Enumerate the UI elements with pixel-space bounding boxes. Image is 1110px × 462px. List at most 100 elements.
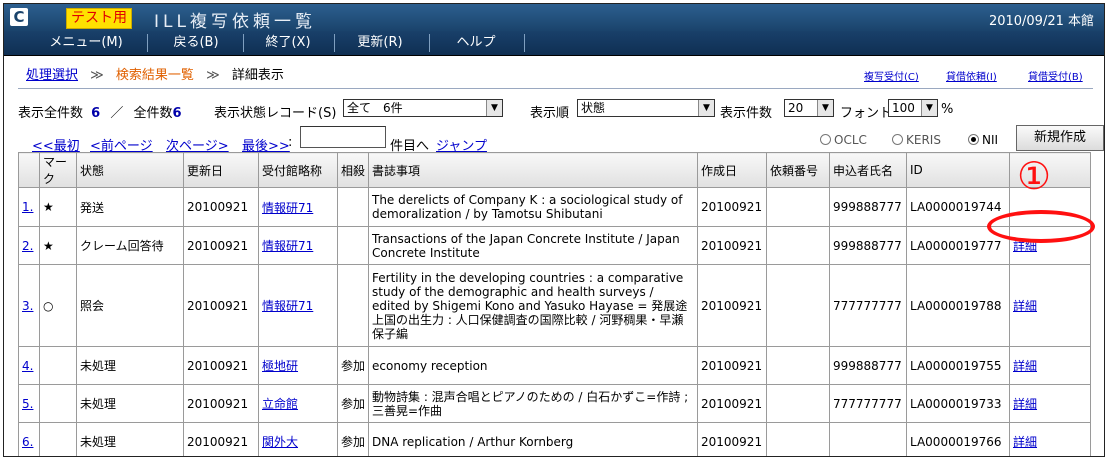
per-page-value: 20: [788, 101, 804, 115]
radio-nii-label: NII: [982, 133, 999, 147]
updated-cell: 20100921: [183, 264, 259, 347]
bibliography-cell: The derelicts of Company K : a sociologi…: [368, 187, 698, 227]
breadcrumb-process-select[interactable]: 処理選択: [26, 68, 78, 83]
col-header-id[interactable]: ID: [906, 152, 1010, 188]
col-header-no: [18, 152, 40, 188]
applicant-cell: 999888777: [829, 226, 907, 265]
offset-cell: 参加: [337, 346, 369, 385]
breadcrumb: 処理選択 ≫ 検索結果一覧 ≫ 詳細表示: [26, 64, 284, 83]
bibliography-cell: Fertility in the developing countries : …: [368, 264, 698, 347]
breadcrumb-search-results[interactable]: 検索結果一覧: [116, 68, 194, 83]
bibliography-cell: Transactions of the Japan Concrete Insti…: [368, 226, 698, 265]
col-header-updated[interactable]: 更新日: [183, 152, 259, 188]
font-unit: %: [941, 102, 954, 117]
app-logo-icon: C: [10, 8, 28, 26]
menu-item-refresh[interactable]: 更新(R): [340, 31, 420, 55]
request-table: マーク 状態 更新日 受付館略称 相殺 書誌事項 作成日 依頼番号 申込者氏名 …: [18, 152, 1091, 456]
breadcrumb-separator: ≫: [90, 68, 104, 83]
created-cell: 20100921: [697, 384, 767, 423]
detail-link[interactable]: 詳細: [1009, 264, 1091, 347]
library-link[interactable]: 情報研71: [258, 187, 338, 227]
count-summary: 表示全件数 6 ／ 全件数6: [18, 102, 182, 121]
status-record-select[interactable]: 全て 6件 ▼: [343, 99, 503, 117]
row-number-link[interactable]: 5.: [18, 384, 40, 423]
link-loan-receive[interactable]: 貸借受付(B): [1028, 68, 1083, 83]
menu-separator: [147, 34, 148, 52]
annotation-number-one: ①: [1016, 154, 1052, 198]
table-row: 6. 未処理 20100921 関外大 参加 DNA replication /…: [18, 422, 1091, 456]
menu-item-exit[interactable]: 終了(X): [248, 31, 328, 55]
bibliography-cell: DNA replication / Arthur Kornberg: [368, 422, 698, 456]
radio-nii[interactable]: NII: [968, 133, 998, 147]
menu-separator: [243, 34, 244, 52]
col-header-library[interactable]: 受付館略称: [258, 152, 338, 188]
updated-cell: 20100921: [183, 422, 259, 456]
total-count-value: 6: [172, 106, 182, 121]
per-page-select[interactable]: 20 ▼: [784, 99, 834, 117]
menu-separator: [524, 34, 525, 52]
date-location: 2010/09/21 本館: [988, 14, 1094, 29]
divider: [18, 88, 1093, 89]
col-header-applicant[interactable]: 申込者氏名: [829, 152, 907, 188]
id-cell: LA0000019788: [906, 264, 1010, 347]
link-loan-request[interactable]: 貸借依頼(I): [946, 68, 997, 83]
row-number-link[interactable]: 6.: [18, 422, 40, 456]
font-size-value: 100: [892, 101, 915, 115]
library-link[interactable]: 情報研71: [258, 264, 338, 347]
offset-cell: [337, 187, 369, 227]
menu-item-help[interactable]: ヘルプ: [436, 31, 516, 55]
col-header-created[interactable]: 作成日: [697, 152, 767, 188]
bibliography-cell: 動物詩集 : 混声合唱とピアノのための / 白石かずこ=作詩 ; 三善晃=作曲: [368, 384, 698, 423]
shown-count-label: 表示全件数: [18, 106, 84, 121]
col-header-mark[interactable]: マーク: [39, 152, 77, 188]
status-record-label: 表示状態レコード(S): [214, 106, 337, 121]
col-header-offset[interactable]: 相殺: [337, 152, 369, 188]
nav-colon: :: [288, 135, 293, 150]
request-no-cell: [766, 226, 830, 265]
col-header-bibliography[interactable]: 書誌事項: [368, 152, 698, 188]
status-cell: 照会: [76, 264, 184, 347]
detail-link[interactable]: 詳細: [1009, 422, 1091, 456]
mark-cell: [39, 346, 77, 385]
request-no-cell: [766, 422, 830, 456]
offset-cell: 参加: [337, 384, 369, 423]
request-no-cell: [766, 346, 830, 385]
status-cell: クレーム回答待: [76, 226, 184, 265]
library-link[interactable]: 極地研: [258, 346, 338, 385]
new-create-button[interactable]: 新規作成: [1016, 125, 1104, 151]
link-copy-receive[interactable]: 複写受付(C): [864, 68, 919, 83]
count-slash: ／: [110, 106, 124, 121]
radio-keris[interactable]: KERIS: [892, 133, 941, 147]
table-row: 4. 未処理 20100921 極地研 参加 economy reception…: [18, 346, 1091, 385]
status-cell: 未処理: [76, 384, 184, 423]
row-number-link[interactable]: 4.: [18, 346, 40, 385]
detail-link[interactable]: 詳細: [1009, 346, 1091, 385]
col-header-status[interactable]: 状態: [76, 152, 184, 188]
row-number-link[interactable]: 1.: [18, 187, 40, 227]
radio-button-icon: [892, 134, 903, 145]
row-number-link[interactable]: 2.: [18, 226, 40, 265]
applicant-cell: [829, 422, 907, 456]
applicant-cell: 777777777: [829, 384, 907, 423]
offset-cell: [337, 226, 369, 265]
menu-bar: メニュー(M) 戻る(B) 終了(X) 更新(R) ヘルプ: [4, 31, 1104, 56]
library-link[interactable]: 立命館: [258, 384, 338, 423]
annotation-ellipse-highlight: [987, 210, 1095, 243]
library-link[interactable]: 関外大: [258, 422, 338, 456]
sort-order-select[interactable]: 状態 ▼: [577, 99, 715, 117]
col-header-request-no[interactable]: 依頼番号: [766, 152, 830, 188]
menu-item-menu[interactable]: メニュー(M): [34, 31, 138, 55]
menu-item-back[interactable]: 戻る(B): [154, 31, 238, 55]
status-cell: 発送: [76, 187, 184, 227]
library-link[interactable]: 情報研71: [258, 226, 338, 265]
id-cell: LA0000019766: [906, 422, 1010, 456]
created-cell: 20100921: [697, 346, 767, 385]
row-number-link[interactable]: 3.: [18, 264, 40, 347]
radio-oclc[interactable]: OCLC: [820, 133, 867, 147]
created-cell: 20100921: [697, 187, 767, 227]
page-number-input[interactable]: [300, 126, 386, 148]
detail-link[interactable]: 詳細: [1009, 384, 1091, 423]
font-size-select[interactable]: 100 ▼: [888, 99, 938, 117]
test-badge: テスト用: [66, 8, 132, 29]
window-title: ILL複写依頼一覧: [154, 12, 316, 32]
